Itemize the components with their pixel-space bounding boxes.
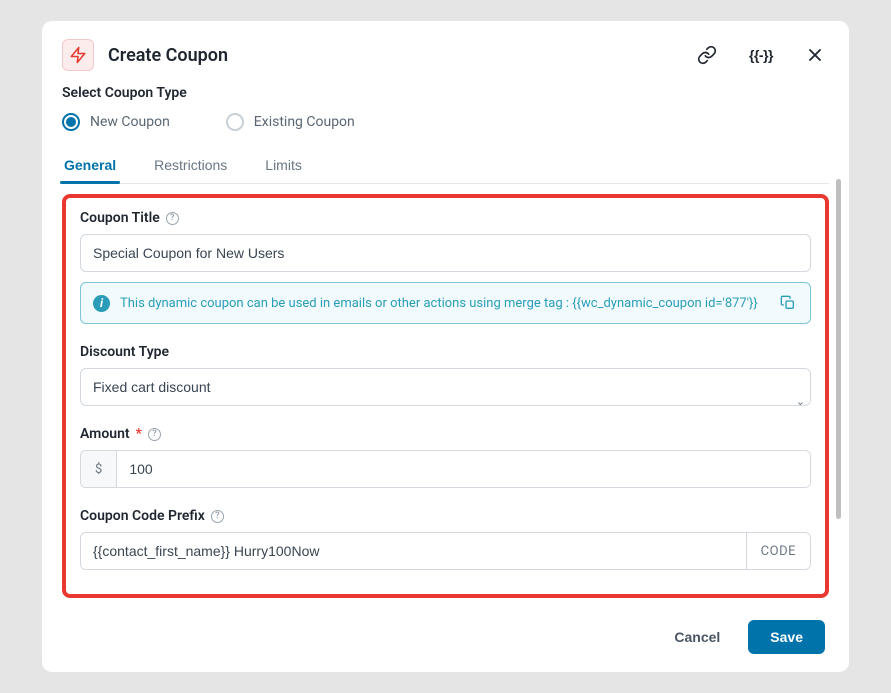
form-area: Coupon Title ? i This dynamic coupon can… — [62, 194, 829, 598]
info-icon: i — [93, 295, 110, 312]
info-banner: i This dynamic coupon can be used in ema… — [80, 282, 811, 324]
tabs: General Restrictions Limits — [62, 147, 829, 184]
help-icon[interactable]: ? — [211, 510, 224, 523]
currency-addon: $ — [81, 451, 117, 487]
save-button[interactable]: Save — [748, 620, 825, 654]
scrollbar[interactable] — [836, 179, 841, 519]
field-label: Discount Type — [80, 344, 811, 360]
close-icon[interactable] — [801, 41, 829, 69]
coupon-title-input[interactable] — [80, 234, 811, 272]
label-text: Amount — [80, 426, 130, 442]
radio-new-coupon[interactable]: New Coupon — [62, 113, 170, 131]
prefix-input[interactable] — [81, 533, 746, 569]
field-discount-type: Discount Type ⌄ — [80, 344, 811, 406]
prefix-input-group: CODE — [80, 532, 811, 570]
radio-label: New Coupon — [90, 114, 170, 130]
field-label: Coupon Title ? — [80, 210, 811, 226]
label-text: Coupon Title — [80, 210, 160, 226]
field-label: Amount * ? — [80, 426, 811, 442]
lightning-icon — [62, 39, 94, 71]
help-icon[interactable]: ? — [148, 428, 161, 441]
modal-title: Create Coupon — [108, 45, 693, 66]
merge-tag-icon[interactable]: {{‑}} — [745, 43, 777, 67]
header-actions: {{‑}} — [693, 41, 829, 69]
create-coupon-modal: Create Coupon {{‑}} Select Coupon Type N… — [42, 21, 849, 672]
field-coupon-title: Coupon Title ? i This dynamic coupon can… — [80, 210, 811, 324]
required-mark: * — [136, 426, 142, 442]
label-text: Discount Type — [80, 344, 169, 360]
radio-existing-coupon[interactable]: Existing Coupon — [226, 113, 355, 131]
label-text: Coupon Code Prefix — [80, 508, 205, 524]
info-text: This dynamic coupon can be used in email… — [120, 296, 768, 311]
cancel-button[interactable]: Cancel — [664, 621, 730, 653]
field-label: Coupon Code Prefix ? — [80, 508, 811, 524]
discount-type-select[interactable] — [80, 368, 811, 406]
amount-input-group: $ — [80, 450, 811, 488]
field-amount: Amount * ? $ — [80, 426, 811, 488]
link-icon[interactable] — [693, 41, 721, 69]
tab-limits[interactable]: Limits — [263, 147, 304, 183]
modal-footer: Cancel Save — [42, 604, 849, 672]
tab-restrictions[interactable]: Restrictions — [152, 147, 229, 183]
modal-body: Select Coupon Type New Coupon Existing C… — [42, 83, 849, 604]
modal-header: Create Coupon {{‑}} — [42, 21, 849, 83]
coupon-type-label: Select Coupon Type — [62, 85, 829, 101]
field-coupon-code-prefix: Coupon Code Prefix ? CODE — [80, 508, 811, 570]
coupon-type-radio-group: New Coupon Existing Coupon — [62, 113, 829, 131]
help-icon[interactable]: ? — [166, 212, 179, 225]
radio-label: Existing Coupon — [254, 114, 355, 130]
discount-type-select-wrap: ⌄ — [80, 368, 811, 406]
copy-icon[interactable] — [778, 293, 798, 313]
amount-input[interactable] — [117, 451, 810, 487]
radio-icon — [62, 113, 80, 131]
tab-general[interactable]: General — [62, 147, 118, 183]
radio-icon — [226, 113, 244, 131]
code-suffix: CODE — [746, 533, 810, 569]
